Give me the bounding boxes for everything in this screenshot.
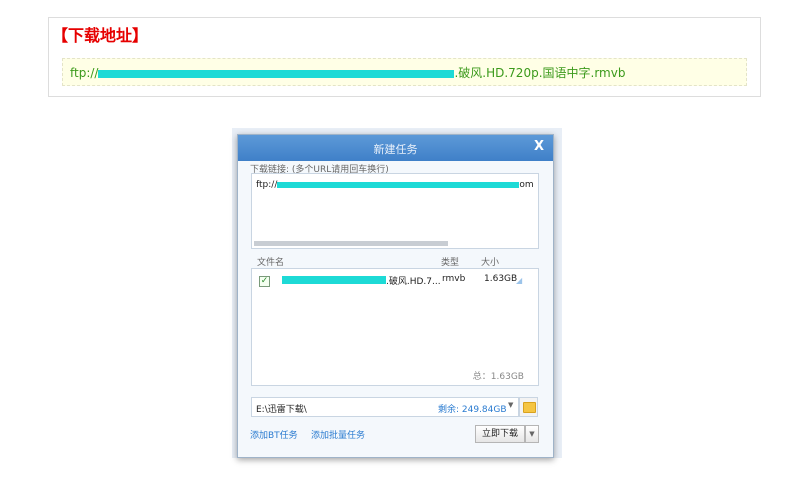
save-path: E:\迅雷下载\: [256, 405, 307, 415]
new-task-dialog: 新建任务 X 下载链接: (多个URL请用回车换行) ftp://om 文件名 …: [237, 134, 554, 458]
link-prefix: ftp://: [70, 66, 99, 80]
total-size: 总：1.63GB: [472, 372, 524, 382]
file-checkbox[interactable]: ✓: [259, 276, 270, 287]
url-prefix: ftp://: [256, 180, 278, 190]
file-name: .破风.HD.7...: [386, 277, 441, 287]
column-type[interactable]: 类型: [441, 255, 459, 268]
url-suffix: om: [519, 180, 534, 190]
free-space: 剩余: 249.84GB: [438, 405, 507, 415]
browse-folder-button[interactable]: [519, 397, 538, 417]
redaction-mark: [277, 181, 520, 188]
column-name[interactable]: 文件名: [257, 255, 284, 268]
add-batch-task-link[interactable]: 添加批量任务: [311, 428, 365, 441]
column-size[interactable]: 大小: [481, 255, 499, 268]
download-heading: 【下载地址】: [52, 26, 149, 45]
download-options-dropdown[interactable]: ▼: [525, 425, 539, 443]
download-now-button[interactable]: 立即下载: [475, 425, 525, 443]
download-link[interactable]: ftp:// .破风.HD.720p.国语中字.rmvb: [70, 64, 625, 81]
add-bt-task-link[interactable]: 添加BT任务: [250, 428, 298, 441]
file-size: 1.63GB: [484, 274, 518, 284]
save-path-input[interactable]: E:\迅雷下载\ 剩余: 249.84GB ▼: [251, 397, 519, 417]
file-list: ✓ .破风.HD.7... rmvb 1.63GB ◢ 总：1.63GB: [251, 268, 539, 386]
horizontal-scrollbar[interactable]: [254, 241, 448, 246]
chevron-down-icon[interactable]: ▼: [508, 401, 513, 409]
title-bar[interactable]: 新建任务 X: [238, 135, 553, 161]
redaction-mark: [282, 276, 386, 284]
url-input[interactable]: ftp:// om: [251, 173, 539, 249]
redaction-mark: [98, 69, 455, 78]
link-suffix: .破风.HD.720p.国语中字.rmvb: [454, 66, 626, 80]
folder-icon: [523, 402, 536, 413]
dialog-title: 新建任务: [373, 143, 418, 156]
file-row[interactable]: ✓ .破风.HD.7... rmvb 1.63GB ◢: [252, 269, 538, 291]
close-icon[interactable]: X: [534, 139, 544, 154]
url-value: ftp:// om: [256, 180, 534, 190]
resize-icon: ◢: [516, 276, 523, 285]
file-type: rmvb: [442, 274, 466, 284]
